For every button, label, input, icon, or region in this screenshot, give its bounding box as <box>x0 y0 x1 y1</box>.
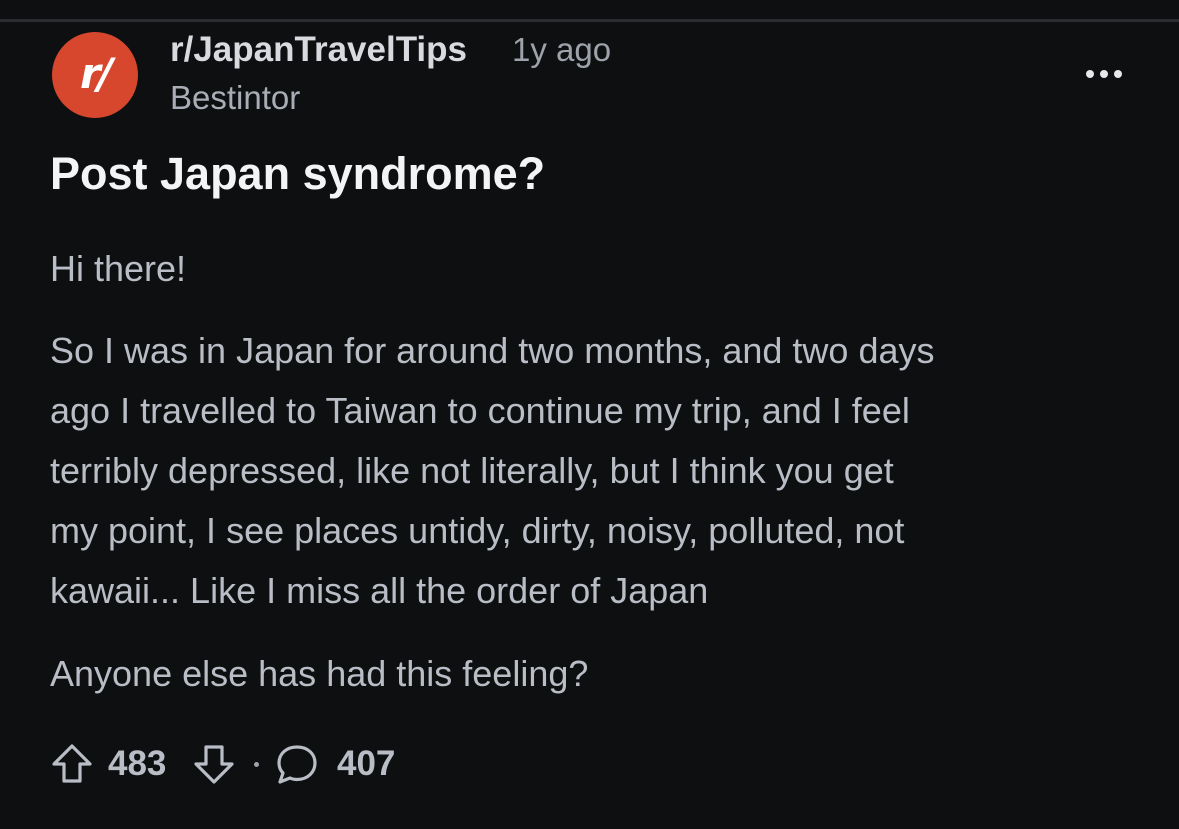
body-line: terribly depressed, like not literally, … <box>50 450 894 491</box>
top-divider <box>0 19 1179 22</box>
body-line: So I was in Japan for around two months,… <box>50 330 935 371</box>
comment-bubble-icon[interactable] <box>274 742 320 786</box>
body-line: Hi there! <box>50 248 187 289</box>
subreddit-avatar[interactable]: r/ <box>52 32 138 118</box>
post-author[interactable]: Bestintor <box>170 79 300 117</box>
post-title[interactable]: Post Japan syndrome? <box>50 148 545 200</box>
downvote-arrow-icon[interactable] <box>192 742 236 786</box>
body-line: my point, I see places untidy, dirty, no… <box>50 510 905 551</box>
subreddit-name[interactable]: r/JapanTravelTips <box>170 30 467 70</box>
post-actions-bar: 483 407 <box>50 738 470 790</box>
vote-count: 483 <box>108 744 167 783</box>
post-body-paragraph-1: Hi there! <box>50 239 1140 299</box>
more-options-icon[interactable] <box>1084 66 1124 82</box>
separator-dot <box>254 762 259 767</box>
post-age: 1y ago <box>512 31 612 68</box>
post-body-paragraph-3: Anyone else has had this feeling? <box>50 644 1140 704</box>
post-body-paragraph-2: So I was in Japan for around two months,… <box>50 321 1140 621</box>
post-card: r/ r/JapanTravelTips 1y ago Bestintor Po… <box>0 0 1179 829</box>
body-line: Anyone else has had this feeling? <box>50 653 589 694</box>
body-line: kawaii... Like I miss all the order of J… <box>50 570 709 611</box>
comment-count[interactable]: 407 <box>337 742 395 786</box>
subreddit-avatar-text: r/ <box>79 49 113 98</box>
upvote-arrow-icon[interactable] <box>50 742 94 786</box>
body-line: ago I travelled to Taiwan to continue my… <box>50 390 910 431</box>
